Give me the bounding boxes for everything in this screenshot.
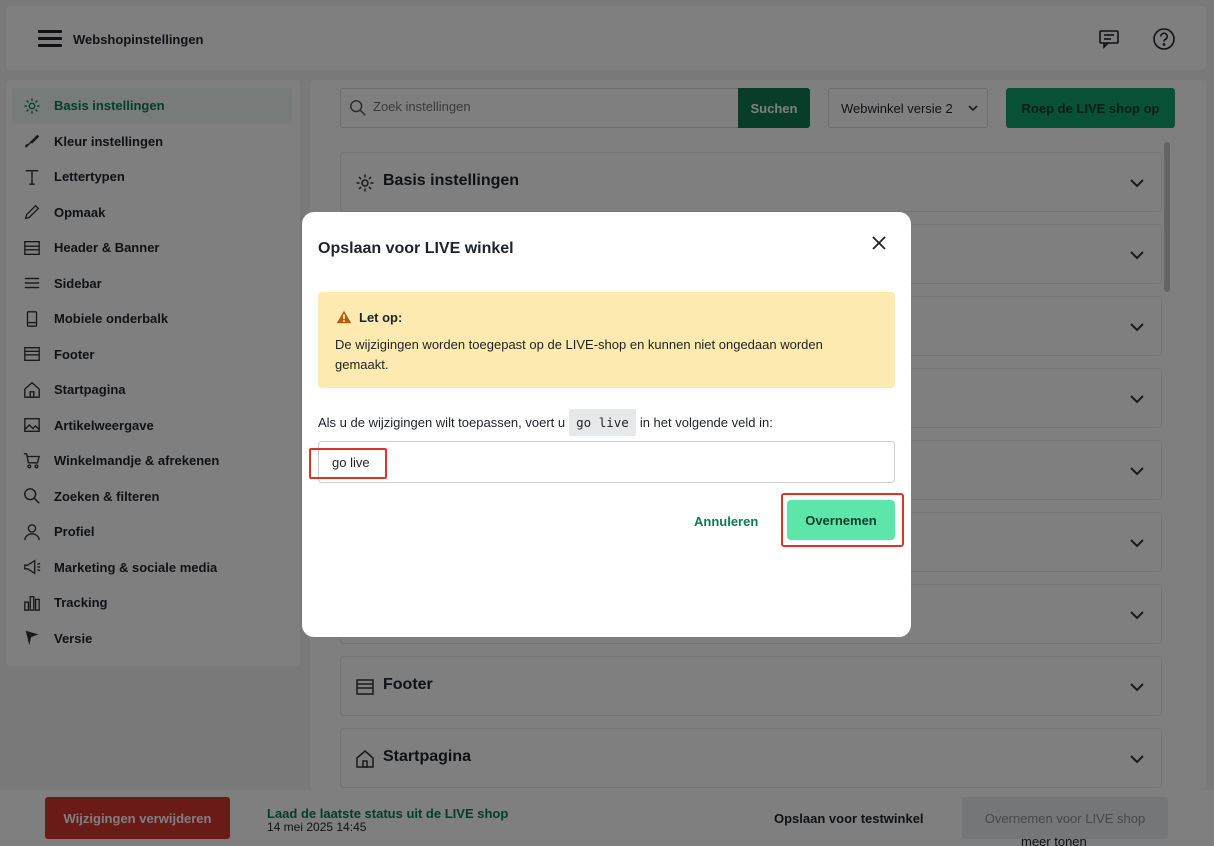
instruction-before: Als u de wijzigingen wilt toepassen, voe… — [318, 415, 566, 430]
confirm-code: go live — [569, 409, 636, 436]
warning-box: Let op: De wijzigingen worden toegepast … — [318, 292, 895, 388]
instruction-after: in het volgende veld in: — [639, 415, 773, 430]
instruction-text: Als u de wijzigingen wilt toepassen, voe… — [318, 409, 773, 436]
close-icon[interactable] — [868, 232, 890, 254]
warning-icon — [336, 310, 352, 329]
warning-text: De wijzigingen worden toegepast op de LI… — [335, 337, 823, 372]
confirm-text-input[interactable] — [318, 441, 895, 483]
dialog-title: Opslaan voor LIVE winkel — [318, 240, 514, 257]
confirm-live-dialog: Opslaan voor LIVE winkel Let op: De wijz… — [302, 212, 911, 637]
cancel-button[interactable]: Annuleren — [694, 514, 758, 529]
confirm-button[interactable]: Overnemen — [787, 500, 895, 540]
warning-title: Let op: — [359, 310, 403, 325]
